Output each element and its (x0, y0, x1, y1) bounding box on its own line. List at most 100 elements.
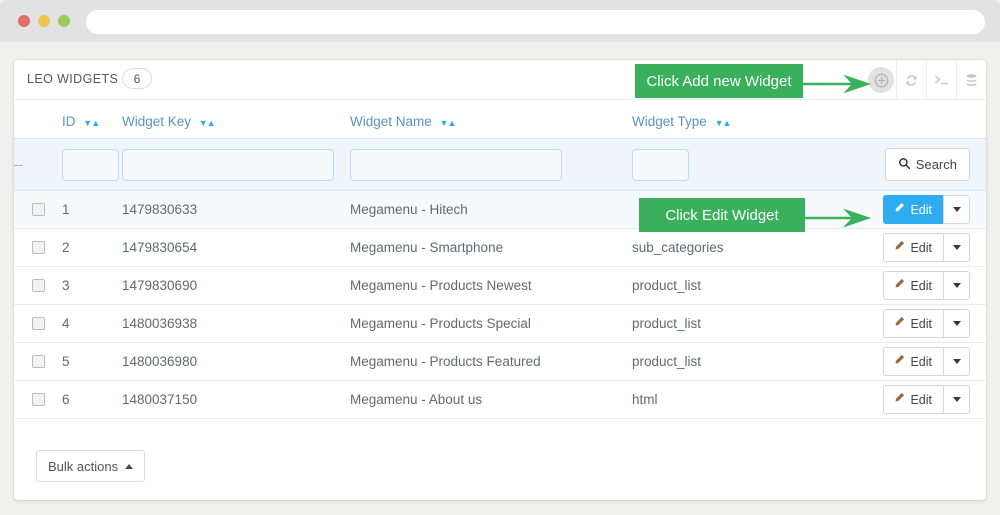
cell-widget-name: Megamenu - Products Featured (350, 342, 632, 381)
filter-dash: -- (14, 138, 62, 191)
widgets-panel: LEO WIDGETS 6 ID ▼▲ Widget Key ▼▲ Widget… (14, 60, 986, 500)
row-checkbox[interactable] (31, 355, 45, 368)
column-label-widget-key: Widget Key (122, 114, 192, 129)
filter-input-widget-key[interactable] (122, 148, 334, 181)
close-window-button[interactable] (18, 15, 30, 27)
table-header: ID ▼▲ Widget Key ▼▲ Widget Name ▼▲ Widge… (14, 100, 986, 139)
row-checkbox-cell (14, 190, 62, 229)
cell-id: 1 (62, 190, 122, 229)
filter-body: -- Search (14, 138, 986, 191)
row-checkbox[interactable] (31, 279, 45, 292)
column-header-widget-name[interactable]: Widget Name ▼▲ (350, 100, 632, 139)
table-header-row: ID ▼▲ Widget Key ▼▲ Widget Name ▼▲ Widge… (14, 100, 986, 139)
edit-button[interactable]: Edit (883, 309, 943, 338)
callout-add-new-widget: Click Add new Widget (635, 64, 803, 98)
sort-arrows-id[interactable]: ▼▲ (83, 118, 100, 128)
column-header-actions (847, 100, 986, 139)
browser-chrome (0, 0, 1000, 42)
cell-widget-key: 1479830690 (122, 266, 350, 305)
pencil-icon (893, 202, 905, 217)
filter-input-id[interactable] (62, 148, 119, 181)
pencil-icon (893, 278, 905, 293)
cell-actions: Edit (847, 304, 986, 343)
edit-button-label: Edit (910, 354, 932, 369)
column-header-checkbox (14, 100, 62, 139)
chevron-down-icon (952, 321, 961, 326)
bulk-actions-label: Bulk actions (48, 458, 119, 474)
table-row[interactable]: 6 1480037150 Megamenu - About us html Edit (14, 380, 986, 419)
filter-input-widget-name[interactable] (350, 148, 562, 181)
column-header-widget-type[interactable]: Widget Type ▼▲ (632, 100, 847, 139)
row-checkbox-cell (14, 304, 62, 343)
edit-button-group: Edit (883, 271, 970, 300)
filter-cell-widget-name (350, 138, 632, 191)
edit-button-label: Edit (910, 392, 932, 407)
table-footer: Bulk actions (14, 438, 986, 500)
edit-button-group: Edit (883, 233, 970, 262)
edit-dropdown-toggle[interactable] (943, 309, 970, 338)
chevron-down-icon (952, 283, 961, 288)
cell-widget-type: html (632, 380, 847, 419)
chevron-down-icon (952, 359, 961, 364)
address-bar[interactable] (86, 10, 985, 34)
minimize-window-button[interactable] (38, 15, 50, 27)
cell-widget-type: product_list (632, 342, 847, 381)
edit-button[interactable]: Edit (883, 385, 943, 414)
edit-button-group: Edit (883, 385, 970, 414)
row-checkbox[interactable] (31, 393, 45, 406)
edit-dropdown-toggle[interactable] (943, 195, 970, 224)
column-header-widget-key[interactable]: Widget Key ▼▲ (122, 100, 350, 139)
edit-button-label: Edit (910, 278, 932, 293)
terminal-icon (934, 73, 950, 87)
sort-arrows-widget-key[interactable]: ▼▲ (199, 118, 216, 128)
edit-button[interactable]: Edit (883, 195, 943, 224)
filter-cell-widget-key (122, 138, 350, 191)
cell-id: 4 (62, 304, 122, 343)
traffic-lights (18, 15, 70, 27)
widget-count-badge: 6 (122, 68, 152, 89)
edit-button-label: Edit (910, 202, 932, 217)
edit-dropdown-toggle[interactable] (943, 347, 970, 376)
edit-button-label: Edit (910, 240, 932, 255)
table-row[interactable]: 3 1479830690 Megamenu - Products Newest pro… (14, 266, 986, 305)
table-row[interactable]: 4 1480036938 Megamenu - Products Special pr… (14, 304, 986, 343)
bulk-actions-button[interactable]: Bulk actions (36, 450, 146, 482)
sort-arrows-widget-type[interactable]: ▼▲ (715, 118, 732, 128)
row-checkbox-cell (14, 380, 62, 419)
edit-dropdown-toggle[interactable] (943, 233, 970, 262)
cell-actions: Edit (847, 266, 986, 305)
cell-actions: Edit (847, 342, 986, 381)
column-header-id[interactable]: ID ▼▲ (62, 100, 122, 139)
edit-dropdown-toggle[interactable] (943, 385, 970, 414)
refresh-button[interactable] (896, 60, 926, 100)
cell-widget-name: Megamenu - About us (350, 380, 632, 419)
cell-widget-type: product_list (632, 266, 847, 305)
edit-button[interactable]: Edit (883, 347, 943, 376)
filter-input-widget-type[interactable] (632, 148, 689, 181)
search-button[interactable]: Search (884, 148, 970, 181)
pencil-icon (893, 392, 905, 407)
edit-button-label: Edit (910, 316, 932, 331)
cell-widget-name: Megamenu - Smartphone (350, 228, 632, 267)
row-checkbox-cell (14, 266, 62, 305)
edit-button[interactable]: Edit (883, 271, 943, 300)
row-checkbox[interactable] (31, 203, 45, 216)
panel-toolbar (866, 60, 986, 100)
cell-widget-key: 1480036938 (122, 304, 350, 343)
filter-cell-actions: Search (847, 138, 986, 191)
maximize-window-button[interactable] (58, 15, 70, 27)
sort-arrows-widget-name[interactable]: ▼▲ (440, 118, 457, 128)
edit-dropdown-toggle[interactable] (943, 271, 970, 300)
database-icon (964, 73, 979, 88)
filter-cell-id (62, 138, 122, 191)
row-checkbox[interactable] (31, 241, 45, 254)
database-button[interactable] (956, 60, 986, 100)
console-button[interactable] (926, 60, 956, 100)
table-row[interactable]: 5 1480036980 Megamenu - Products Featured p… (14, 342, 986, 381)
chevron-down-icon (952, 397, 961, 402)
row-checkbox[interactable] (31, 317, 45, 330)
search-icon (898, 157, 911, 173)
edit-button[interactable]: Edit (883, 233, 943, 262)
table-row[interactable]: 2 1479830654 Megamenu - Smartphone sub_cate… (14, 228, 986, 267)
cell-id: 2 (62, 228, 122, 267)
